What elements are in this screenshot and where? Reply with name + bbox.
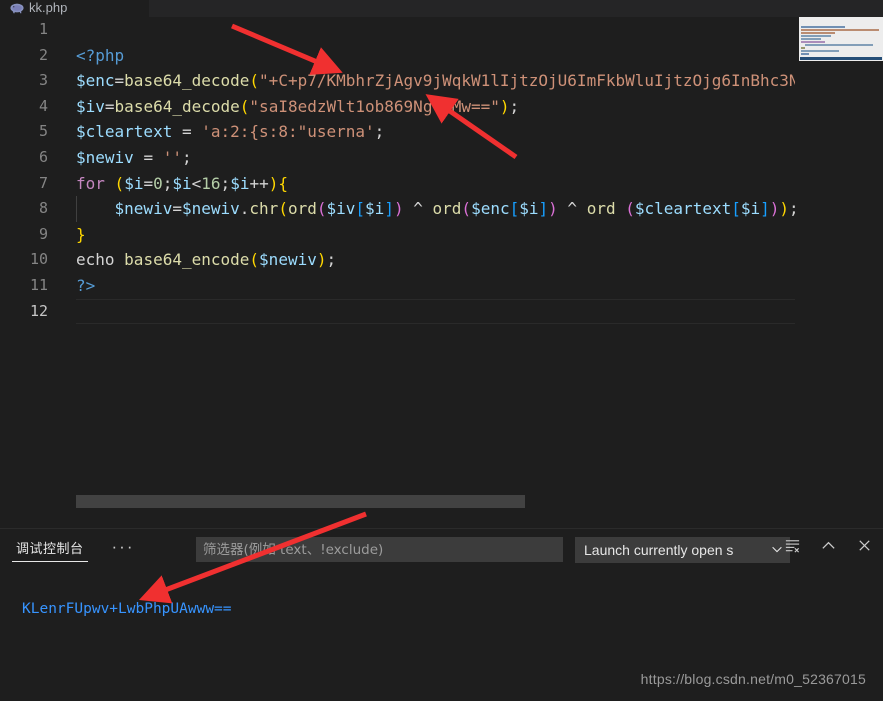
code-line[interactable]: 11 ?> [0, 273, 795, 299]
code-line[interactable]: 8 $newiv=$newiv.chr(ord($iv[$i]) ^ ord($… [0, 196, 795, 222]
console-filter-input[interactable] [196, 537, 563, 562]
line-content[interactable]: $newiv=$newiv.chr(ord($iv[$i]) ^ ord($en… [76, 196, 795, 222]
overview-ruler[interactable] [869, 17, 883, 510]
line-number: 9 [38, 224, 48, 243]
close-panel-button[interactable] [853, 537, 875, 559]
code-line[interactable]: 9 } [0, 222, 795, 248]
console-output-line: KLenrFUpwv+LwbPhpUAwww== [22, 601, 232, 617]
editor-tab-label: kk.php [29, 0, 68, 15]
watermark-url: https://blog.csdn.net/m0_52367015 [640, 671, 866, 687]
editor-horizontal-scrollbar-thumb[interactable] [76, 495, 525, 508]
code-line[interactable]: 3 $enc=base64_decode("+C+p7/KMbhrZjAgv9j… [0, 68, 795, 94]
panel-tab-debug-console[interactable]: 调试控制台 [10, 529, 90, 565]
panel-action-bar [781, 537, 875, 559]
line-number: 7 [38, 173, 48, 192]
line-number: 12 [29, 301, 48, 320]
code-line[interactable]: 4 $iv=base64_decode("saI8edzWlt1ob869Ngf… [0, 94, 795, 120]
line-number: 6 [38, 147, 48, 166]
line-number: 8 [38, 199, 48, 218]
code-line[interactable]: 5 $cleartext = 'a:2:{s:8:"userna'; [0, 119, 795, 145]
code-content[interactable]: 1 2 <?php 3 $enc=base64_decode("+C+p7/KM… [0, 17, 795, 510]
panel-header: 调试控制台 ··· Launch currently open s [0, 529, 883, 565]
panel-more-menu-button[interactable]: ··· [112, 538, 135, 555]
chevron-up-icon [820, 537, 837, 559]
line-content[interactable]: $cleartext = 'a:2:{s:8:"userna'; [76, 119, 384, 145]
line-content[interactable]: } [76, 222, 86, 248]
line-content[interactable]: echo base64_encode($newiv); [76, 247, 336, 273]
debug-session-select[interactable]: Launch currently open s [575, 537, 790, 563]
code-line-active[interactable]: 12 [0, 298, 795, 325]
editor-tab-bar: kk.php [0, 0, 883, 17]
line-content[interactable]: $newiv = ''; [76, 145, 192, 171]
line-content[interactable]: ?> [76, 273, 95, 299]
line-content[interactable]: $iv=base64_decode("saI8edzWlt1ob869Ngf0M… [76, 94, 519, 120]
code-line[interactable]: 6 $newiv = ''; [0, 145, 795, 171]
php-elephant-icon [10, 1, 24, 15]
line-number: 4 [38, 96, 48, 115]
code-line[interactable]: 1 [0, 17, 795, 43]
line-content[interactable]: for ($i=0;$i<16;$i++){ [76, 171, 288, 197]
code-editor[interactable]: 1 2 <?php 3 $enc=base64_decode("+C+p7/KM… [0, 17, 883, 510]
line-number: 3 [38, 71, 48, 90]
code-line[interactable]: 7 for ($i=0;$i<16;$i++){ [0, 171, 795, 197]
debug-session-label: Launch currently open s [584, 542, 734, 558]
clear-console-button[interactable] [781, 537, 803, 559]
line-content[interactable]: $enc=base64_decode("+C+p7/KMbhrZjAgv9jWq… [76, 68, 795, 94]
editor-horizontal-scrollbar[interactable] [0, 493, 795, 510]
line-number: 5 [38, 122, 48, 141]
code-line[interactable]: 10 echo base64_encode($newiv); [0, 247, 795, 273]
line-content[interactable]: <?php [76, 43, 124, 69]
line-number: 2 [38, 45, 48, 64]
code-line[interactable]: 2 <?php [0, 43, 795, 69]
line-number: 1 [38, 20, 48, 38]
line-number: 10 [29, 250, 48, 269]
clear-console-icon [784, 537, 801, 559]
panel-tab-label: 调试控制台 [16, 541, 84, 557]
editor-tab-kk-php[interactable]: kk.php [0, 0, 150, 17]
close-icon [856, 537, 873, 559]
line-number: 11 [29, 275, 48, 294]
collapse-panel-button[interactable] [817, 537, 839, 559]
